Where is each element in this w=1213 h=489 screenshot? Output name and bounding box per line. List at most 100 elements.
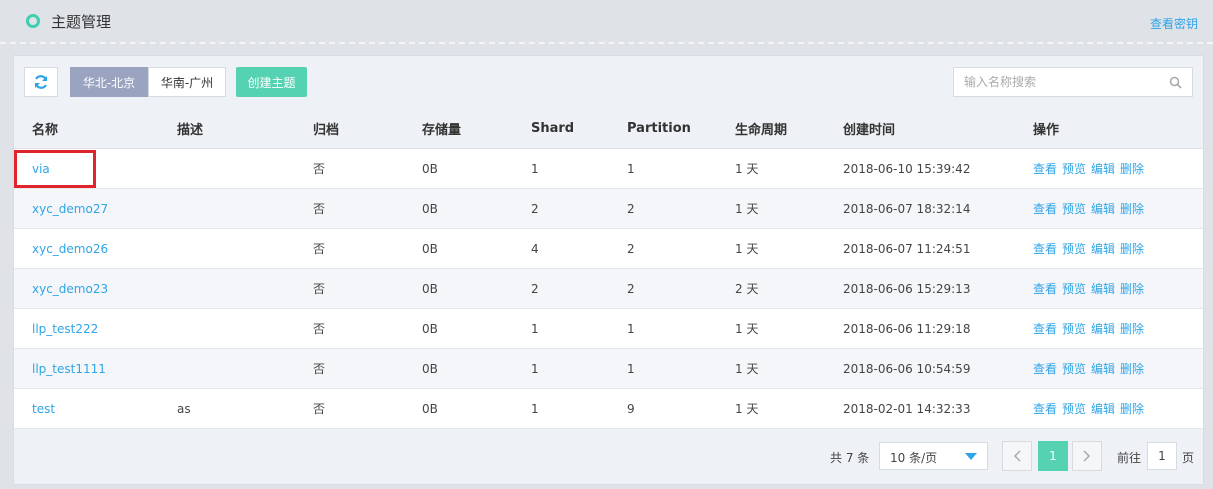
preview-action-link[interactable]: 预览	[1062, 362, 1086, 376]
circle-icon	[26, 14, 40, 28]
topic-shard-count: 1	[531, 161, 539, 176]
view-action-link[interactable]: 查看	[1033, 402, 1057, 416]
table-cell: 2018-06-06 15:29:13	[843, 268, 1033, 309]
table-cell: 1 天	[735, 228, 843, 269]
table-cell: 2018-06-10 15:39:42	[843, 148, 1033, 189]
goto-page-input[interactable]	[1147, 442, 1177, 470]
table-cell: 1	[627, 348, 735, 389]
delete-action-link[interactable]: 删除	[1120, 282, 1144, 296]
view-action-link[interactable]: 查看	[1033, 362, 1057, 376]
page-size-select[interactable]: 10 条/页	[879, 442, 988, 470]
table-cell: 2 天	[735, 268, 843, 309]
table-cell: 否	[313, 228, 422, 269]
view-key-link[interactable]: 查看密钥	[1150, 15, 1198, 32]
preview-action-link[interactable]: 预览	[1062, 202, 1086, 216]
table-row: xyc_demo23 否 0B 2 2 2 天 2018-06-06 15:29:13 查看预…	[14, 268, 1203, 309]
topic-name-link[interactable]: xyc_demo27	[32, 202, 108, 216]
topic-created-time: 2018-06-06 10:54:59	[843, 361, 971, 376]
edit-action-link[interactable]: 编辑	[1091, 322, 1115, 336]
column-header-created: 创建时间	[843, 108, 1033, 149]
table-row: test as 否 0B 1 9 1 天 2018-02-01 14:32:33 查看 预览 编辑删…	[14, 388, 1203, 429]
topic-partition-count: 1	[627, 161, 635, 176]
topic-partition-count: 9	[627, 401, 635, 416]
preview-action-link[interactable]: 预览	[1062, 402, 1086, 416]
delete-action-link[interactable]: 删除	[1120, 162, 1144, 176]
create-topic-button[interactable]: 创建主题	[236, 67, 307, 97]
table-row: xyc_demo27 否 0B 2 2 1 天 2018-06-07 18:32:14 查看预…	[14, 188, 1203, 229]
preview-action-link[interactable]: 预览	[1062, 322, 1086, 336]
edit-action-link[interactable]: 编辑	[1091, 282, 1115, 296]
view-action-link[interactable]: 查看	[1033, 202, 1057, 216]
topic-storage-size: 0B	[422, 321, 438, 336]
topic-archive: 否	[313, 402, 326, 416]
topic-partition-count: 1	[627, 361, 635, 376]
table-row: llp_test222 否 0B 1 1 1 天 2018-06-06 11:29:18 查看…	[14, 308, 1203, 349]
topic-archive: 否	[313, 282, 326, 296]
search-input[interactable]	[954, 68, 1174, 96]
table-cell: llp_test222	[14, 308, 177, 349]
preview-action-link[interactable]: 预览	[1062, 282, 1086, 296]
table-cell: 1	[627, 308, 735, 349]
topic-partition-count: 1	[627, 321, 635, 336]
next-page-button[interactable]	[1072, 441, 1102, 471]
search-box	[953, 67, 1193, 97]
topic-name-link[interactable]: xyc_demo26	[32, 242, 108, 256]
table-cell: 0B	[422, 148, 531, 189]
topic-archive: 否	[313, 362, 326, 376]
table-cell: 1 天	[735, 148, 843, 189]
topic-partition-count: 2	[627, 201, 635, 216]
preview-action-link[interactable]: 预览	[1062, 242, 1086, 256]
topic-name-link[interactable]: test	[32, 402, 55, 416]
topic-created-time: 2018-06-06 15:29:13	[843, 281, 971, 296]
goto-label: 前往	[1117, 451, 1142, 465]
table-cell: 1	[531, 308, 627, 349]
table-cell	[177, 348, 313, 389]
topic-shard-count: 1	[531, 361, 539, 376]
column-header-shard: Shard	[531, 108, 627, 149]
topic-storage-size: 0B	[422, 401, 438, 416]
actions-cell: 查看 预览 编辑 删除	[1033, 188, 1203, 229]
table-cell	[177, 268, 313, 309]
edit-action-link[interactable]: 编辑	[1091, 402, 1115, 416]
topic-lifecycle: 1 天	[735, 202, 759, 216]
edit-action-link[interactable]: 编辑	[1091, 362, 1115, 376]
topic-name-link[interactable]: via	[32, 162, 50, 176]
edit-action-link[interactable]: 编辑	[1091, 162, 1115, 176]
table-cell: 1	[627, 148, 735, 189]
topic-lifecycle: 1 天	[735, 402, 759, 416]
topic-lifecycle: 1 天	[735, 242, 759, 256]
region-tab-guangzhou[interactable]: 华南-广州	[148, 67, 226, 97]
view-action-link[interactable]: 查看	[1033, 162, 1057, 176]
delete-action-link[interactable]: 删除	[1120, 362, 1144, 376]
table-row: xyc_demo26 否 0B 4 2 1 天 2018-06-07 11:24:51 查看预…	[14, 228, 1203, 269]
refresh-button[interactable]	[24, 67, 58, 97]
topic-created-time: 2018-06-06 11:29:18	[843, 321, 971, 336]
topic-lifecycle: 1 天	[735, 322, 759, 336]
region-tab-beijing[interactable]: 华北-北京	[70, 67, 148, 97]
delete-action-link[interactable]: 删除	[1120, 322, 1144, 336]
page-number-current[interactable]: 1	[1038, 441, 1068, 471]
column-header-partition: Partition	[627, 108, 735, 149]
table-cell: xyc_demo27	[14, 188, 177, 229]
view-action-link[interactable]: 查看	[1033, 322, 1057, 336]
delete-action-link[interactable]: 删除	[1120, 242, 1144, 256]
edit-action-link[interactable]: 编辑	[1091, 202, 1115, 216]
topic-name-link[interactable]: xyc_demo23	[32, 282, 108, 296]
topic-panel: 华北-北京 华南-广州 创建主题 名称 描述 归档 存储量 Shard Part…	[13, 55, 1204, 485]
view-action-link[interactable]: 查看	[1033, 282, 1057, 296]
topic-name-link[interactable]: llp_test1111	[32, 362, 106, 376]
preview-action-link[interactable]: 预览	[1062, 162, 1086, 176]
table-cell: 1	[531, 388, 627, 429]
topic-name-link[interactable]: llp_test222	[32, 322, 98, 336]
prev-page-button[interactable]	[1002, 441, 1032, 471]
table-cell: 1 天	[735, 188, 843, 229]
edit-action-link[interactable]: 编辑	[1091, 242, 1115, 256]
table-cell: 2018-02-01 14:32:33	[843, 388, 1033, 429]
delete-action-link[interactable]: 删除	[1120, 202, 1144, 216]
view-action-link[interactable]: 查看	[1033, 242, 1057, 256]
delete-action-link[interactable]: 删除	[1120, 402, 1144, 416]
actions-cell: 查看 预览 编辑 删除	[1033, 268, 1203, 309]
search-icon[interactable]	[1169, 76, 1182, 89]
topic-partition-count: 2	[627, 241, 635, 256]
actions-cell: 查看 预览 编辑 删除	[1033, 228, 1203, 269]
